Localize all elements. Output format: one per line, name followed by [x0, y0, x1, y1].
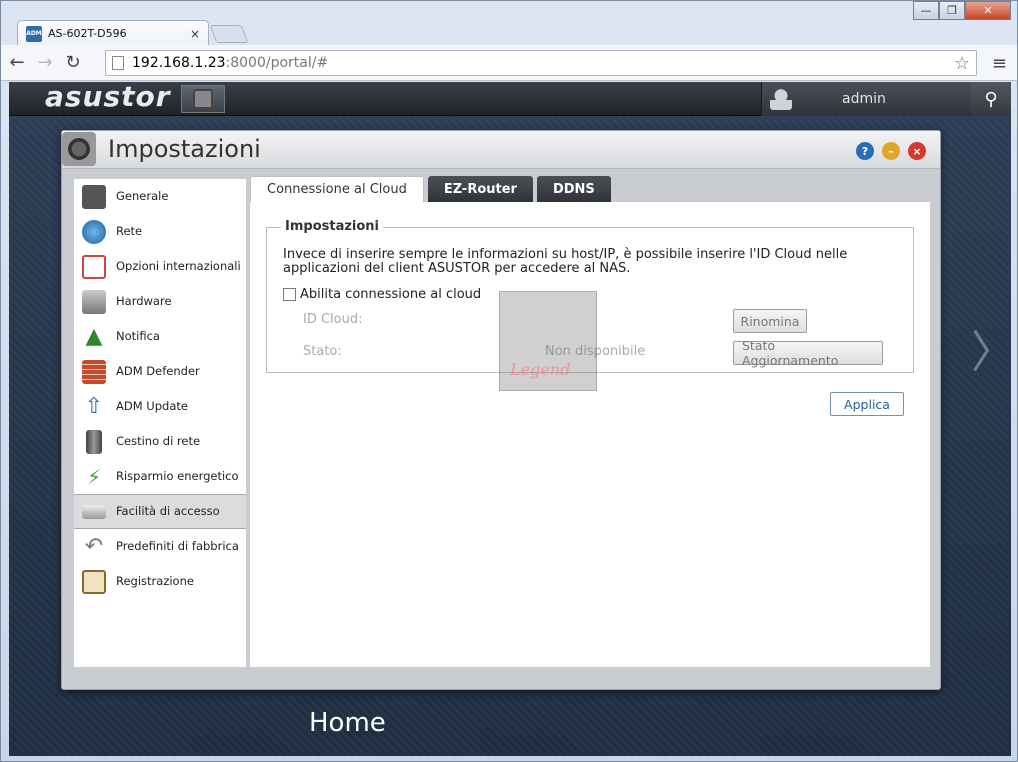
id-cloud-label: ID Cloud: — [303, 312, 363, 327]
cloud-settings-group: Impostazioni Invece di inserire sempre l… — [266, 219, 914, 391]
browser-window: ADM AS-602T-D596 × — ❐ ✕ ← → ↻ 192.168.1… — [0, 0, 1018, 762]
bookmark-star-icon[interactable]: ☆ — [954, 53, 970, 74]
next-page-arrow-icon[interactable]: 〉 — [971, 316, 1015, 380]
sidebar-item-adm-defender[interactable]: ADM Defender — [74, 354, 246, 389]
reload-icon[interactable]: ↻ — [61, 51, 85, 75]
new-tab-button[interactable] — [209, 25, 249, 43]
sidebar-item-label: Notifica — [116, 329, 160, 343]
update-status-button[interactable]: Stato Aggiornamento — [733, 338, 883, 368]
maximize-button[interactable]: ❐ — [939, 1, 965, 20]
help-button[interactable]: ? — [856, 142, 874, 160]
hard-disk-icon — [82, 289, 106, 314]
enable-cloud-checkbox[interactable]: Abilita connessione al cloud — [283, 287, 481, 302]
watermark-text: Legend — [510, 360, 571, 379]
forward-icon[interactable]: → — [33, 51, 57, 75]
sidebar-item-opzioni-internazionali[interactable]: Opzioni internazionali — [74, 249, 246, 284]
sidebar-item-risparmio-energetico[interactable]: ⚡ Risparmio energetico — [74, 459, 246, 494]
sidebar-item-label: ADM Defender — [116, 364, 200, 378]
printer-access-icon — [82, 504, 106, 519]
sidebar-item-label: Predefiniti di fabbrica — [116, 539, 239, 553]
trash-bin-icon — [86, 429, 102, 454]
page-icon — [112, 56, 124, 70]
clipboard-icon — [82, 569, 106, 594]
user-icon — [770, 88, 792, 110]
adm-desktop: 〉 Home Impostazioni ? – × Generale Rete … — [9, 116, 1015, 756]
tab-bar: Connessione al Cloud EZ-Router DDNS — [250, 176, 615, 203]
minimize-settings-button[interactable]: – — [882, 142, 900, 160]
calendar-clock-icon — [82, 254, 106, 279]
watermark-logo: Legend — [499, 291, 597, 391]
tab-ddns[interactable]: DDNS — [536, 176, 611, 202]
window-controls: — ❐ ✕ — [913, 1, 1011, 20]
adm-favicon-icon: ADM — [26, 25, 42, 42]
rename-button[interactable]: Rinomina — [733, 309, 807, 333]
browser-tab[interactable]: ADM AS-602T-D596 × — [17, 20, 209, 46]
reset-arrow-icon: ↶ — [84, 534, 104, 559]
apply-button[interactable]: Applica — [830, 392, 904, 416]
close-window-button[interactable]: ✕ — [965, 1, 1011, 20]
checkbox-icon[interactable] — [283, 288, 296, 301]
sidebar-item-label: Cestino di rete — [116, 434, 201, 448]
server-icon — [82, 184, 106, 209]
address-bar[interactable]: 192.168.1.23 :8000/portal/# ☆ — [105, 50, 977, 76]
browser-toolbar: ← → ↻ 192.168.1.23 :8000/portal/# ☆ ≡ — [1, 45, 1017, 81]
checkbox-label: Abilita connessione al cloud — [300, 287, 482, 302]
sidebar-item-label: Opzioni internazionali — [116, 259, 241, 273]
tab-close-icon[interactable]: × — [190, 27, 200, 41]
browser-menu-icon[interactable]: ≡ — [992, 53, 1007, 74]
search-icon[interactable]: ⚲ — [971, 82, 1011, 116]
sidebar-item-label: Registrazione — [116, 574, 194, 588]
settings-content: Connessione al Cloud EZ-Router DDNS Impo… — [250, 176, 930, 667]
power-saving-icon: ⚡ — [86, 464, 102, 489]
sidebar-item-label: Risparmio energetico — [116, 469, 239, 483]
status-label: Stato: — [303, 344, 342, 359]
url-host: 192.168.1.23 — [132, 55, 226, 71]
firewall-icon — [82, 359, 106, 384]
adm-top-bar: asustor admin ⚲ — [9, 80, 1011, 116]
settings-header: Impostazioni ? – × — [62, 131, 940, 169]
minimize-button[interactable]: — — [913, 1, 939, 20]
settings-sidebar: Generale Rete Opzioni internazionali Har… — [74, 179, 246, 667]
sidebar-item-cestino-di-rete[interactable]: Cestino di rete — [74, 424, 246, 459]
sidebar-item-label: Hardware — [116, 294, 172, 308]
title-bar: ADM AS-602T-D596 × — ❐ ✕ — [1, 1, 1017, 46]
username: admin — [842, 91, 886, 107]
sidebar-item-label: ADM Update — [116, 399, 188, 413]
url-path: :8000/portal/# — [225, 55, 329, 71]
sidebar-item-facilita-di-accesso[interactable]: Facilità di accesso — [74, 494, 246, 529]
user-menu[interactable]: admin — [761, 82, 971, 116]
sidebar-item-rete[interactable]: Rete — [74, 214, 246, 249]
network-globe-icon — [82, 219, 106, 244]
sidebar-item-predefiniti-di-fabbrica[interactable]: ↶ Predefiniti di fabbrica — [74, 529, 246, 564]
sidebar-item-adm-update[interactable]: ⇧ ADM Update — [74, 389, 246, 424]
sidebar-item-label: Facilità di accesso — [116, 504, 220, 518]
close-settings-button[interactable]: × — [908, 142, 926, 160]
back-icon[interactable]: ← — [5, 51, 29, 75]
settings-window-controls: ? – × — [856, 142, 926, 160]
settings-app-icon[interactable] — [181, 85, 225, 113]
window-title: Impostazioni — [108, 135, 261, 163]
home-label: Home — [309, 708, 386, 738]
asustor-logo: asustor — [45, 80, 171, 113]
sidebar-item-label: Generale — [116, 189, 169, 203]
sidebar-item-notifica[interactable]: ▲ Notifica — [74, 319, 246, 354]
sidebar-item-generale[interactable]: Generale — [74, 179, 246, 214]
sidebar-item-registrazione[interactable]: Registrazione — [74, 564, 246, 599]
settings-window: Impostazioni ? – × Generale Rete Opzioni… — [61, 130, 941, 690]
cloud-description: Invece di inserire sempre le informazion… — [283, 247, 848, 276]
sidebar-item-hardware[interactable]: Hardware — [74, 284, 246, 319]
update-arrow-icon: ⇧ — [84, 394, 104, 419]
tab-connessione-cloud[interactable]: Connessione al Cloud — [250, 176, 424, 202]
tab-title: AS-602T-D596 — [48, 27, 127, 40]
section-title: Impostazioni — [281, 219, 384, 234]
tab-ez-router[interactable]: EZ-Router — [427, 176, 533, 202]
settings-gear-icon — [62, 132, 96, 166]
sidebar-item-label: Rete — [116, 224, 143, 238]
warning-icon: ▲ — [85, 324, 103, 349]
